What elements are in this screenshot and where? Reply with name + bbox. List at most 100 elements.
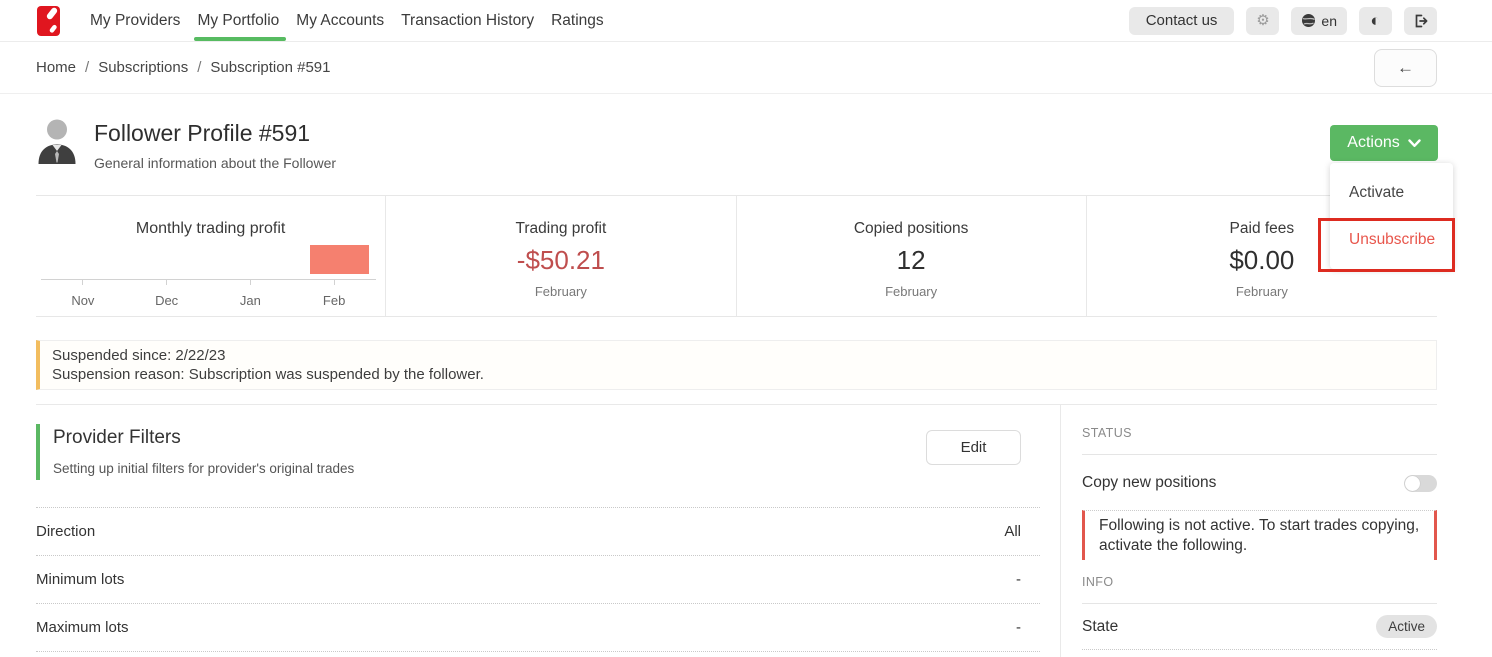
filter-row-maximum-lots: Maximum lots - [36,604,1040,652]
nav-item-my-providers[interactable]: My Providers [89,0,181,41]
axis-tick [334,280,335,285]
stats-row: Monthly trading profit Nov Dec Jan Feb T… [36,195,1437,317]
brand-logo-icon[interactable] [37,6,60,36]
copy-new-positions-row: Copy new positions [1082,465,1437,501]
axis-tick [166,280,167,285]
axis-tick [82,280,83,285]
breadcrumb: Home / Subscriptions / Subscription #591 [36,59,331,76]
state-label: State [1082,618,1118,636]
profile-header: Follower Profile #591 General informatio… [0,94,1492,195]
copy-new-positions-label: Copy new positions [1082,474,1216,492]
stat-period: February [386,284,735,299]
filter-value: All [1004,523,1021,540]
state-row: State Active [1082,604,1437,650]
profile-text: Follower Profile #591 General informatio… [94,118,336,171]
logout-button[interactable] [1404,7,1437,35]
suspension-since: Suspended since: 2/22/23 [52,346,1436,365]
edit-button[interactable]: Edit [926,430,1021,465]
provider-filters-title: Provider Filters [53,427,354,449]
topbar-actions: Contact us ⚙ en ◐ [1129,7,1437,35]
menu-item-activate[interactable]: Activate [1330,169,1453,216]
chart-title: Monthly trading profit [36,220,385,238]
logout-icon [1413,13,1429,29]
stat-value: -$50.21 [386,245,735,276]
contact-us-button[interactable]: Contact us [1129,7,1235,35]
menu-item-unsubscribe[interactable]: Unsubscribe [1330,216,1453,263]
nav-item-transaction-history[interactable]: Transaction History [400,0,535,41]
breadcrumb-subscriptions[interactable]: Subscriptions [98,59,188,76]
axis-label-feb: Feb [292,293,376,308]
chart-category: Jan [209,280,293,308]
chart-x-axis: Nov Dec Jan Feb [41,279,376,308]
info-heading: INFO [1082,575,1437,589]
actions-dropdown-menu: Activate Unsubscribe [1330,163,1453,269]
language-button[interactable]: en [1291,7,1347,35]
filter-label: Direction [36,523,95,540]
stat-label: Copied positions [737,220,1086,238]
breadcrumb-separator: / [85,59,89,76]
filter-label: Maximum lots [36,619,129,636]
chevron-down-icon [1408,139,1421,148]
copy-new-positions-toggle[interactable] [1404,475,1437,492]
axis-label-dec: Dec [125,293,209,308]
contrast-icon: ◐ [1370,12,1380,29]
nav-item-ratings[interactable]: Ratings [550,0,605,41]
breadcrumb-row: Home / Subscriptions / Subscription #591… [0,42,1492,94]
nav-label: My Accounts [296,12,384,30]
breadcrumb-home[interactable]: Home [36,59,76,76]
settings-button[interactable]: ⚙ [1246,7,1279,35]
panel-divider [1082,454,1437,455]
nav-item-my-accounts[interactable]: My Accounts [295,0,385,41]
nav-label: My Providers [90,12,180,30]
axis-label-nov: Nov [41,293,125,308]
stat-period: February [737,284,1086,299]
stat-value: 12 [737,245,1086,276]
main-nav: My Providers My Portfolio My Accounts Tr… [89,0,620,41]
state-active-badge: Active [1376,615,1437,638]
chart-category: Nov [41,280,125,308]
axis-tick [250,280,251,285]
filter-value: - [1016,571,1021,588]
chart-bar-feb [310,245,369,274]
stat-card-trading-profit: Trading profit -$50.21 February [386,196,736,316]
actions-dropdown-wrap: Actions Activate Unsubscribe [1330,125,1438,161]
chart-category: Feb [292,280,376,308]
filter-row-minimum-lots: Minimum lots - [36,556,1040,604]
breadcrumb-current: Subscription #591 [210,59,330,76]
filter-row-direction: Direction All [36,508,1040,556]
breadcrumb-separator: / [197,59,201,76]
filter-value: - [1016,619,1021,636]
provider-filters-section: Provider Filters Setting up initial filt… [36,405,1060,657]
suspension-warning-banner: Suspended since: 2/22/23 Suspension reas… [36,340,1437,390]
stat-period: February [1087,284,1437,299]
page: My Providers My Portfolio My Accounts Tr… [0,0,1492,657]
language-label: en [1321,13,1337,29]
nav-label: Ratings [551,12,604,30]
provider-filters-subtitle: Setting up initial filters for provider'… [53,461,354,476]
back-button[interactable]: ← [1374,49,1437,87]
status-heading: STATUS [1082,426,1437,440]
person-avatar-icon [36,118,78,164]
axis-label-jan: Jan [209,293,293,308]
chart-category: Dec [125,280,209,308]
nav-item-my-portfolio[interactable]: My Portfolio [196,0,280,41]
suspension-reason: Suspension reason: Subscription was susp… [52,365,1436,384]
toggle-knob [1405,476,1420,491]
globe-icon [1301,13,1316,28]
stat-card-copied-positions: Copied positions 12 February [737,196,1087,316]
provider-filters-rows: Direction All Minimum lots - Maximum lot… [36,507,1040,652]
stat-label: Trading profit [386,220,735,238]
theme-toggle-button[interactable]: ◐ [1359,7,1392,35]
nav-label: My Portfolio [197,12,279,30]
provider-filters-titles: Provider Filters Setting up initial filt… [36,424,354,480]
actions-button-label: Actions [1347,134,1399,152]
content-area: Provider Filters Setting up initial filt… [0,405,1492,657]
filter-label: Minimum lots [36,571,124,588]
nav-label: Transaction History [401,12,534,30]
arrow-left-icon: ← [1397,58,1414,78]
monthly-trading-profit-chart: Monthly trading profit Nov Dec Jan Feb [36,196,386,316]
page-title: Follower Profile #591 [94,120,336,147]
actions-button[interactable]: Actions [1330,125,1438,161]
gear-icon: ⚙ [1256,13,1269,28]
status-sidebar: STATUS Copy new positions Following is n… [1060,405,1437,657]
